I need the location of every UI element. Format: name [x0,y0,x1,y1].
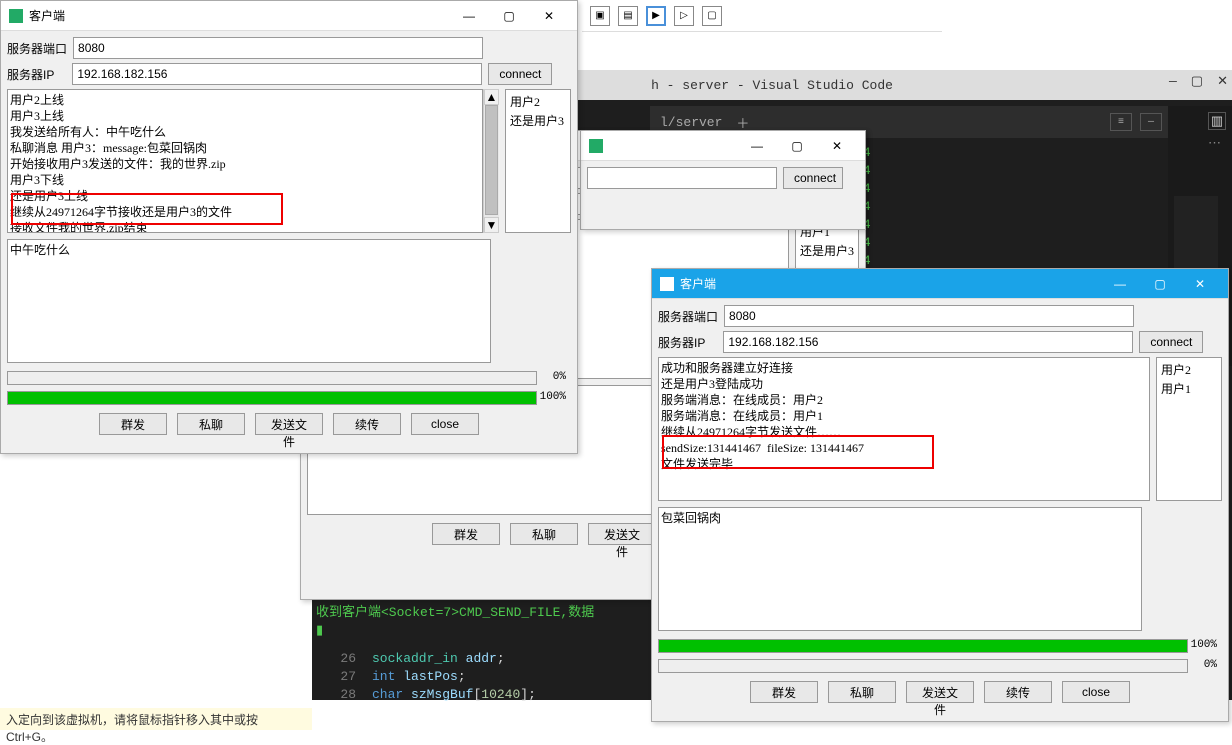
vscode-maximize-button[interactable]: ▢ [1191,74,1203,89]
scroll-up-icon[interactable]: ▲ [484,89,499,105]
list-item[interactable]: 用户2 [508,92,568,111]
close-button-action[interactable]: close [411,413,479,435]
terminal-cursor: ▮ [312,622,652,640]
broadcast-button[interactable]: 群发 [750,681,818,703]
client1-title: 客户端 [29,7,449,24]
app-icon [660,277,674,291]
editor-code-snippet: 26sockaddr_in addr; 27int lastPos; 28cha… [312,650,652,704]
app-icon [589,139,603,153]
progress-bar-lower: 0% [658,659,1188,673]
terminal-recv-line: 收到客户端<Socket=7>CMD_SEND_FILE,数据 [312,604,652,622]
panel-more-icon[interactable]: ⋯ [1208,136,1221,151]
maximize-button[interactable]: ▢ [1140,270,1180,298]
annotation-redbox-2 [662,435,934,469]
action-buttons: 群发 私聊 发送文件 续传 close [7,413,571,435]
private-button[interactable]: 私聊 [828,681,896,703]
client3-titlebar[interactable]: 客户端 — ▢ ✕ [652,269,1228,299]
send-file-button[interactable]: 发送文件 [588,523,656,545]
terminal-minimize-icon[interactable]: — [1140,113,1162,131]
tool-icon-run[interactable]: ▶ [646,6,666,26]
server-titlebar[interactable]: — ▢ ✕ [581,131,865,161]
app-icon [9,9,23,23]
ip-label: 服务器IP [658,334,705,351]
tool-icon-5[interactable]: ▢ [702,6,722,26]
gutter-line: 26 [322,650,372,668]
port-label: 服务器端口 [7,40,67,57]
minimize-button[interactable]: — [1100,270,1140,298]
vscode-window-controls: — ▢ ✕ [1169,74,1228,89]
broadcast-button[interactable]: 群发 [99,413,167,435]
progress-bar-upper: 0% [7,371,537,385]
input-area[interactable]: 包菜回锅肉 [658,507,1142,631]
scrollbar[interactable]: ▲ ▼ [483,89,499,233]
list-item[interactable]: 用户2 [1159,360,1219,379]
tool-icon-2[interactable]: ▤ [618,6,638,26]
client3-window: 客户端 — ▢ ✕ 服务器端口 服务器IP connect 成功和服务器建立好连… [651,268,1229,722]
vm-hint-text: 入定向到该虚拟机，请将鼠标指针移入其中或按 Ctrl+G。 [6,713,258,744]
close-button[interactable]: ✕ [529,2,569,30]
terminal-tab[interactable]: l/server [660,115,722,130]
connect-button[interactable]: connect [488,63,552,85]
client3-title: 客户端 [680,275,1100,292]
port-input[interactable] [724,305,1134,327]
send-file-button[interactable]: 发送文件 [255,413,323,435]
vscode-title: h - server - Visual Studio Code [651,78,893,93]
user-list[interactable]: 用户2 还是用户3 [505,89,571,233]
port-label: 服务器端口 [658,308,718,325]
scroll-thumb[interactable] [485,105,498,215]
tool-icon-1[interactable]: ▣ [590,6,610,26]
annotation-redbox-1 [11,193,283,225]
port-input[interactable] [73,37,483,59]
client1-window: 客户端 — ▢ ✕ 服务器端口 服务器IP connect 用户2上线 用户3上… [0,0,578,454]
terminal-add-tab-icon[interactable]: ＋ [736,113,749,132]
progress-text: 100% [1191,639,1217,651]
maximize-button[interactable]: ▢ [489,2,529,30]
progress-text: 0% [1204,659,1217,671]
panel-layout-icon[interactable]: ▥ [1208,112,1226,130]
connect-button[interactable]: connect [783,167,843,189]
close-button[interactable]: ✕ [1180,270,1220,298]
ip-input[interactable] [723,331,1133,353]
tool-icon-4[interactable]: ▷ [674,6,694,26]
server-window-fragment: — ▢ ✕ connect [580,130,866,230]
list-item[interactable]: 用户1 [1159,379,1219,398]
progress-text: 100% [540,391,566,403]
ip-input[interactable] [72,63,482,85]
client1-titlebar[interactable]: 客户端 — ▢ ✕ [1,1,577,31]
vscode-minimize-button[interactable]: — [1169,74,1177,89]
terminal-menu-icon[interactable]: ≡ [1110,113,1132,131]
progress-bar-lower: 100% [7,391,537,405]
editor-toolbar: ▣ ▤ ▶ ▷ ▢ [582,0,942,32]
vscode-close-button[interactable]: ✕ [1217,74,1228,89]
close-button[interactable]: ✕ [817,132,857,160]
private-button[interactable]: 私聊 [510,523,578,545]
send-file-button[interactable]: 发送文件 [906,681,974,703]
minimize-button[interactable]: — [737,132,777,160]
connect-button[interactable]: connect [1139,331,1203,353]
action-buttons: 群发 私聊 发送文件 续传 close [658,681,1222,703]
vm-hint-bar: 入定向到该虚拟机，请将鼠标指针移入其中或按 Ctrl+G。 [0,708,312,730]
list-item[interactable]: 还是用户3 [508,111,568,130]
private-button[interactable]: 私聊 [177,413,245,435]
server-input[interactable] [587,167,777,189]
list-item[interactable]: 还是用户3 [798,241,856,260]
message-log[interactable]: 成功和服务器建立好连接 还是用户3登陆成功 服务端消息：在线成员：用户2 服务端… [658,357,1150,501]
close-button-action[interactable]: close [1062,681,1130,703]
progress-bar-upper: 100% [658,639,1188,653]
resume-button[interactable]: 续传 [333,413,401,435]
resume-button[interactable]: 续传 [984,681,1052,703]
minimize-button[interactable]: — [449,2,489,30]
input-area[interactable]: 中午吃什么 [7,239,491,363]
ip-label: 服务器IP [7,66,54,83]
maximize-button[interactable]: ▢ [777,132,817,160]
broadcast-button[interactable]: 群发 [432,523,500,545]
gutter-line: 28 [322,686,372,704]
scroll-down-icon[interactable]: ▼ [484,217,499,233]
user-list[interactable]: 用户2 用户1 [1156,357,1222,501]
progress-text: 0% [553,371,566,383]
gutter-line: 27 [322,668,372,686]
